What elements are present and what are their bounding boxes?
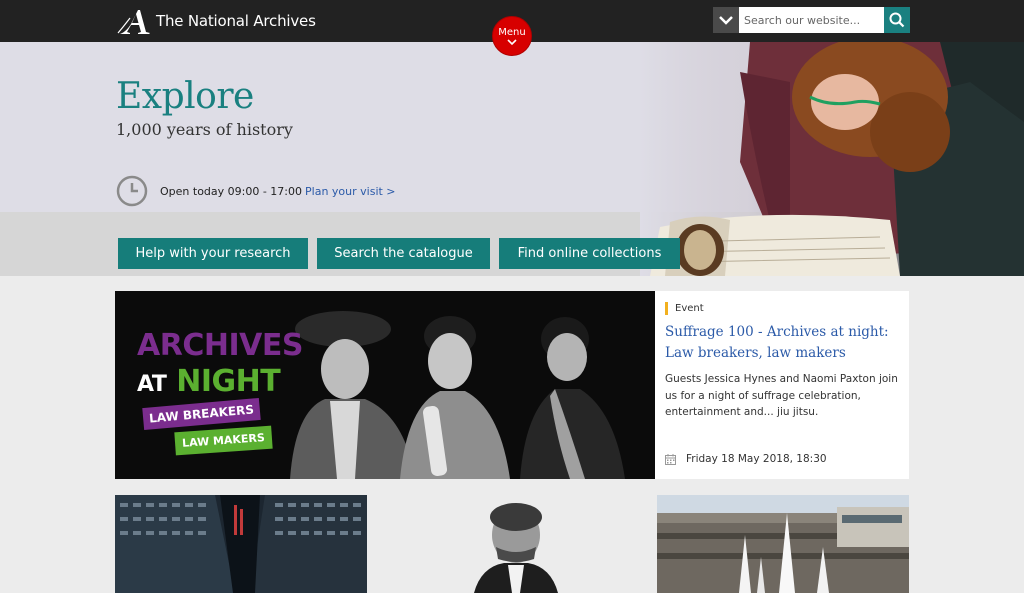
search-icon (889, 12, 905, 28)
event-title-link[interactable]: Suffrage 100 - Archives at night: Law br… (665, 322, 901, 364)
night-text: NIGHT (176, 364, 281, 399)
search-bar (713, 7, 910, 33)
event-date: Friday 18 May 2018, 18:30 (665, 453, 827, 465)
hero-subtitle: 1,000 years of history (116, 120, 293, 139)
menu-button[interactable]: Menu (492, 16, 532, 56)
event-card: Event Suffrage 100 - Archives at night: … (655, 291, 909, 479)
featured-event-image[interactable]: ARCHIVES AT NIGHT LAW BREAKERS LAW MAKER… (115, 291, 655, 479)
archive-stacks-image (115, 495, 367, 593)
calendar-icon (665, 453, 676, 465)
event-description: Guests Jessica Hynes and Naomi Paxton jo… (665, 373, 898, 418)
portrait-image (386, 495, 638, 593)
site-logo[interactable]: The National Archives (116, 6, 316, 36)
tile-building-fountains[interactable] (657, 495, 909, 593)
featured-event[interactable]: ARCHIVES AT NIGHT LAW BREAKERS LAW MAKER… (115, 291, 909, 479)
logo-icon (117, 10, 150, 34)
search-catalogue-button[interactable]: Search the catalogue (317, 238, 490, 269)
clock-icon (116, 175, 148, 207)
logo-text: The National Archives (156, 12, 316, 30)
search-button[interactable] (884, 7, 910, 33)
building-fountains-image (657, 495, 909, 593)
hero-title: Explore (116, 76, 254, 117)
search-input[interactable] (739, 7, 884, 33)
help-research-button[interactable]: Help with your research (118, 238, 308, 269)
at-text: AT (137, 372, 167, 397)
event-date-text: Friday 18 May 2018, 18:30 (686, 453, 827, 465)
at-night-heading: AT NIGHT (137, 364, 281, 400)
opening-hours: Open today 09:00 - 17:00 Plan your visit… (116, 175, 396, 207)
opening-hours-text: Open today 09:00 - 17:00 (160, 184, 303, 198)
archives-heading: ARCHIVES (137, 328, 303, 363)
chevron-down-icon (493, 39, 531, 49)
tile-portrait[interactable] (386, 495, 638, 593)
menu-label: Menu (498, 27, 526, 38)
hero-buttons: Help with your research Search the catal… (118, 238, 689, 269)
event-tag: Event (665, 302, 704, 315)
plan-visit-link[interactable]: Plan your visit > (305, 185, 396, 198)
tile-archive-stacks[interactable] (115, 495, 367, 593)
find-collections-button[interactable]: Find online collections (499, 238, 680, 269)
hero-photo (640, 42, 1024, 276)
hero-section: Explore 1,000 years of history Open toda… (0, 42, 1024, 276)
chevron-down-icon (719, 16, 733, 25)
search-scope-toggle[interactable] (713, 7, 739, 33)
